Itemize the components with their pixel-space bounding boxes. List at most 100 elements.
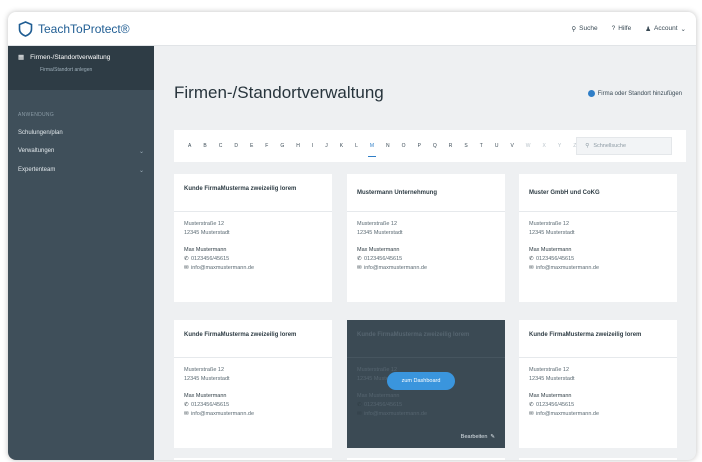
sidebar-item-label: Verwaltungen [18,148,55,154]
phone-icon: ✆ [184,256,189,262]
city: 12345 Musterstadt [529,376,575,382]
dashboard-button[interactable]: zum Dashboard [387,372,455,390]
letter-filter-f[interactable]: F [265,143,268,149]
city: 12345 Musterstadt [184,376,230,382]
search-label: Suche [579,25,598,32]
company-name: Kunde FirmaMusterma zweizeilig lorem [529,332,642,338]
street: Musterstraße 12 [184,367,225,373]
company-name: Muster GmbH und CoKG [529,190,600,196]
company-card[interactable] [174,458,332,460]
city: 12345 Musterstadt [184,230,230,236]
search-icon: ⚲ [571,25,577,33]
sidebar: ▦ Firmen-/Standortverwaltung Firma/Stand… [8,46,154,460]
search-button[interactable]: ⚲ Suche [571,25,597,33]
email-link[interactable]: info@maxmustermann.de [536,411,599,417]
contact-person: Max Mustermann [184,393,227,399]
sidebar-subitem-create[interactable]: Firma/Standort anlegen [40,67,146,73]
top-bar: TeachToProtect® ⚲ Suche ? Hilfe ♟ Accoun… [8,12,696,46]
letter-filter-u[interactable]: U [495,143,499,149]
sidebar-item-experts[interactable]: Expertenteam ⌄ [8,155,154,174]
sidebar-section-label: ANWENDUNG [18,112,55,118]
page-title: Firmen-/Standortverwaltung [174,83,384,102]
company-card[interactable]: Kunde FirmaMusterma zweizeilig lorem Mus… [174,320,332,448]
company-name: Kunde FirmaMusterma zweizeilig lorem [357,332,470,338]
phone-icon: ✆ [529,402,534,408]
plus-icon [587,90,595,97]
letter-filter-n[interactable]: N [386,143,390,149]
company-card[interactable] [519,458,677,460]
company-card[interactable]: Kunde FirmaMusterma zweizeilig lorem Mus… [519,320,677,448]
letter-filter-q[interactable]: Q [433,143,437,149]
sidebar-item-label: Firmen-/Standortverwaltung [30,53,111,61]
company-card[interactable]: Kunde FirmaMusterma zweizeilig lorem Mus… [174,174,332,302]
letter-filter-h[interactable]: H [296,143,300,149]
phone-icon: ✆ [357,256,362,262]
letter-filter-y[interactable]: Y [558,143,561,149]
company-card-hovered[interactable]: Kunde FirmaMusterma zweizeilig lorem Mus… [347,320,505,448]
company-card[interactable] [347,458,505,460]
email-link[interactable]: info@maxmustermann.de [364,265,427,271]
letter-filter-i[interactable]: I [312,143,313,149]
contact-person: Max Mustermann [357,393,400,399]
company-card[interactable]: Mustermann Unternehmung Musterstraße 12 1… [347,174,505,302]
building-icon: ▦ [18,54,25,61]
company-name: Kunde FirmaMusterma zweizeilig lorem [184,332,297,338]
street: Musterstraße 12 [184,221,225,227]
email-link[interactable]: info@maxmustermann.de [191,411,254,417]
sidebar-item-label: Schulungen/plan [18,130,63,136]
add-company-button[interactable]: Firma oder Standort hinzufügen [587,90,682,97]
phone-icon: ✆ [357,402,362,408]
letter-filter-s[interactable]: S [464,143,467,149]
letter-filter-l[interactable]: L [355,143,358,149]
email-link[interactable]: info@maxmustermann.de [191,265,254,271]
phone-link[interactable]: 0123456/45615 [364,256,402,262]
shield-icon [18,20,33,37]
edit-label: Bearbeiten [460,434,488,440]
email-link[interactable]: info@maxmustermann.de [536,265,599,271]
letter-filter-z[interactable]: Z [573,143,576,149]
add-company-label: Firma oder Standort hinzufügen [597,90,682,97]
sidebar-item-company-management[interactable]: ▦ Firmen-/Standortverwaltung Firma/Stand… [8,46,154,90]
letter-filter-o[interactable]: O [402,143,406,149]
app-window: TeachToProtect® ⚲ Suche ? Hilfe ♟ Accoun… [8,12,696,460]
letter-filter-k[interactable]: K [340,143,343,149]
phone-link[interactable]: 0123456/45615 [536,402,574,408]
main-content: Firmen-/Standortverwaltung Firma oder St… [154,46,696,460]
letter-filter-t[interactable]: T [480,143,483,149]
chevron-down-icon: ⌄ [138,168,144,174]
search-placeholder: Schnellsuche [593,143,627,149]
letter-filter-j[interactable]: J [325,143,328,149]
sidebar-item-administration[interactable]: Verwaltungen ⌄ [8,136,154,155]
phone-link: 0123456/45615 [364,402,403,408]
account-button[interactable]: ♟ Account ⌄ [645,25,686,33]
letter-filter-g[interactable]: G [280,143,284,149]
edit-button[interactable]: Bearbeiten ✎ [461,434,495,440]
letter-filter-x[interactable]: X [543,143,546,149]
mail-icon: ✉ [357,265,362,271]
street: Musterstraße 12 [357,221,398,227]
chevron-down-icon: ⌄ [138,149,144,155]
company-card[interactable]: Muster GmbH und CoKG Musterstraße 12 1234… [519,174,677,302]
letter-filter-b[interactable]: B [203,143,206,149]
phone-link[interactable]: 0123456/45615 [191,256,229,262]
letter-filter-d[interactable]: D [234,143,238,149]
letter-filter-e[interactable]: E [250,143,253,149]
search-input[interactable]: ⚲ Schnellsuche [576,137,672,155]
help-button[interactable]: ? Hilfe [612,25,632,32]
phone-link[interactable]: 0123456/45615 [536,256,574,262]
help-icon: ? [611,25,616,32]
sidebar-item-trainings[interactable]: Schulungen/plan [8,118,154,136]
letter-filter-r[interactable]: R [449,143,453,149]
user-icon: ♟ [645,25,652,33]
letter-filter-a[interactable]: A [188,143,191,149]
phone-link[interactable]: 0123456/45615 [191,402,229,408]
letter-filter-m[interactable]: M [367,143,377,157]
letter-filter-c[interactable]: C [219,143,223,149]
letter-filter-v[interactable]: V [510,143,513,149]
contact-person: Max Mustermann [529,247,572,253]
chevron-down-icon: ⌄ [680,25,686,33]
app-logo[interactable]: TeachToProtect® [18,20,130,37]
letter-filter-p[interactable]: P [418,143,421,149]
letter-filter-w[interactable]: W [526,143,531,149]
pencil-icon: ✎ [490,434,495,440]
